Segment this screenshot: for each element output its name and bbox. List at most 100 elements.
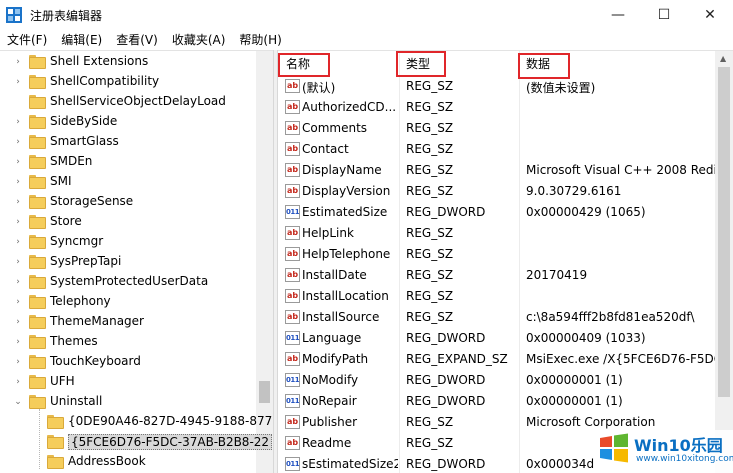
tree-item[interactable]: › Store xyxy=(0,212,256,232)
table-row[interactable]: ab DisplayVersion REG_SZ 9.0.30729.6161 xyxy=(278,181,715,202)
table-row[interactable]: 011 NoRepair REG_DWORD 0x00000001 (1) xyxy=(278,391,715,412)
menu-favorites[interactable]: 收藏夹(A) xyxy=(165,30,233,50)
tree-item[interactable]: › SMI xyxy=(0,172,256,192)
folder-icon xyxy=(29,255,46,269)
tree-item[interactable]: › ShellCompatibility xyxy=(0,72,256,92)
value-type: REG_SZ xyxy=(406,289,454,303)
tree-item[interactable]: ShellServiceObjectDelayLoad xyxy=(0,92,256,112)
table-row[interactable]: ab DisplayName REG_SZ Microsoft Visual C++ … xyxy=(278,160,715,181)
menu-help[interactable]: 帮助(H) xyxy=(232,30,288,50)
value-type: REG_DWORD xyxy=(406,394,486,408)
string-value-icon: ab xyxy=(285,121,300,135)
folder-icon xyxy=(29,135,46,149)
value-data: (数值未设置) xyxy=(526,81,596,95)
string-value-icon: ab xyxy=(285,79,300,93)
table-row[interactable]: ab InstallLocation REG_SZ xyxy=(278,286,715,307)
close-button[interactable]: ✕ xyxy=(687,0,733,30)
tree-item-label: {5FCE6D76-F5DC-37AB-B2B8-22 xyxy=(68,434,273,450)
chevron-right-icon[interactable]: › xyxy=(13,197,23,207)
table-row[interactable]: ab InstallSource REG_SZ c:\8a594fff2b8fd81e… xyxy=(278,307,715,328)
minimize-button[interactable]: — xyxy=(595,0,641,30)
chevron-right-icon[interactable]: › xyxy=(13,377,23,387)
tree-item-label: Themes xyxy=(50,334,98,348)
tree-item[interactable]: › SysPrepTapi xyxy=(0,252,256,272)
tree-item[interactable]: › Syncmgr xyxy=(0,232,256,252)
window-title: 注册表编辑器 xyxy=(30,9,103,23)
table-row[interactable]: ab HelpTelephone REG_SZ xyxy=(278,244,715,265)
value-data: 0x00000429 (1065) xyxy=(526,205,646,219)
chevron-right-icon[interactable]: › xyxy=(13,257,23,267)
tree-item-label: AddressBook xyxy=(68,454,146,468)
menu-view[interactable]: 查看(V) xyxy=(109,30,165,50)
watermark-brand: Win10乐园 xyxy=(634,436,723,455)
tree-item[interactable]: › SideBySide xyxy=(0,112,256,132)
table-row[interactable]: ab ModifyPath REG_EXPAND_SZ MsiExec.exe /X{… xyxy=(278,349,715,370)
tree-item[interactable]: › SystemProtectedUserData xyxy=(0,272,256,292)
watermark: Win10乐园 www.win10xitong.com xyxy=(596,430,733,473)
chevron-right-icon[interactable]: › xyxy=(13,157,23,167)
tree-item[interactable]: › ThemeManager xyxy=(0,312,256,332)
chevron-right-icon[interactable]: › xyxy=(13,217,23,227)
tree-item-label: ThemeManager xyxy=(50,314,144,328)
tree-item-label: SMDEn xyxy=(50,154,93,168)
string-value-icon: ab xyxy=(285,310,300,324)
tree-item[interactable]: › TouchKeyboard xyxy=(0,352,256,372)
tree-item[interactable]: › UFH xyxy=(0,372,256,392)
tree-item[interactable]: › StorageSense xyxy=(0,192,256,212)
table-row[interactable]: ab AuthorizedCD... REG_SZ xyxy=(278,97,715,118)
string-value-icon: ab xyxy=(285,226,300,240)
chevron-right-icon[interactable]: › xyxy=(13,237,23,247)
table-row[interactable]: ab Contact REG_SZ xyxy=(278,139,715,160)
table-row[interactable]: 011 EstimatedSize REG_DWORD 0x00000429 (106… xyxy=(278,202,715,223)
chevron-right-icon[interactable]: › xyxy=(13,57,23,67)
value-type: REG_SZ xyxy=(406,436,454,450)
tree-item[interactable]: › Shell Extensions xyxy=(0,52,256,72)
chevron-right-icon[interactable]: › xyxy=(13,117,23,127)
folder-icon xyxy=(29,175,46,189)
value-name: Comments xyxy=(302,121,368,135)
chevron-right-icon[interactable]: › xyxy=(13,177,23,187)
chevron-right-icon[interactable]: › xyxy=(13,277,23,287)
tree-item-label: Uninstall xyxy=(50,394,103,408)
values-list[interactable]: 名称 类型 数据 ab (默认) REG_SZ (数值未设置) ab Authorized… xyxy=(278,50,733,473)
maximize-button[interactable]: ☐ xyxy=(641,0,687,30)
value-type: REG_SZ xyxy=(406,268,454,282)
value-type: REG_EXPAND_SZ xyxy=(406,352,508,366)
table-row[interactable]: 011 NoModify REG_DWORD 0x00000001 (1) xyxy=(278,370,715,391)
table-row[interactable]: ab Comments REG_SZ xyxy=(278,118,715,139)
tree-item[interactable]: › SMDEn xyxy=(0,152,256,172)
list-scrollbar[interactable]: ▲ xyxy=(715,51,733,473)
table-row[interactable]: 011 Language REG_DWORD 0x00000409 (1033) xyxy=(278,328,715,349)
folder-icon xyxy=(29,315,46,329)
chevron-down-icon[interactable]: ⌄ xyxy=(13,397,23,407)
chevron-right-icon[interactable]: › xyxy=(13,337,23,347)
tree-item[interactable]: › Telephony xyxy=(0,292,256,312)
value-type: REG_SZ xyxy=(406,163,454,177)
scroll-up-arrow-icon[interactable]: ▲ xyxy=(720,54,726,63)
tree-item-label: TouchKeyboard xyxy=(50,354,141,368)
binary-value-icon: 011 xyxy=(285,394,300,408)
tree-item-label: SystemProtectedUserData xyxy=(50,274,209,288)
tree-scrollbar[interactable] xyxy=(256,51,273,473)
chevron-right-icon[interactable]: › xyxy=(13,357,23,367)
list-scrollbar-thumb[interactable] xyxy=(718,67,730,397)
registry-tree[interactable]: › Shell Extensions › ShellCompatibility Shel… xyxy=(0,50,273,473)
chevron-right-icon[interactable]: › xyxy=(13,297,23,307)
folder-icon xyxy=(29,95,46,109)
table-row[interactable]: ab HelpLink REG_SZ xyxy=(278,223,715,244)
value-data: Microsoft Corporation xyxy=(526,415,656,429)
menu-file[interactable]: 文件(F) xyxy=(0,30,54,50)
string-value-icon: ab xyxy=(285,268,300,282)
table-row[interactable]: ab InstallDate REG_SZ 20170419 xyxy=(278,265,715,286)
chevron-right-icon[interactable]: › xyxy=(13,137,23,147)
chevron-right-icon[interactable]: › xyxy=(13,317,23,327)
menu-edit[interactable]: 编辑(E) xyxy=(54,30,109,50)
chevron-right-icon[interactable]: › xyxy=(13,77,23,87)
value-type: REG_SZ xyxy=(406,247,454,261)
table-row[interactable]: ab (默认) REG_SZ (数值未设置) xyxy=(278,76,715,97)
tree-scrollbar-thumb[interactable] xyxy=(259,381,270,403)
value-name: DisplayVersion xyxy=(302,184,391,198)
tree-item[interactable]: › SmartGlass xyxy=(0,132,256,152)
value-name: ModifyPath xyxy=(302,352,369,366)
tree-item[interactable]: › Themes xyxy=(0,332,256,352)
